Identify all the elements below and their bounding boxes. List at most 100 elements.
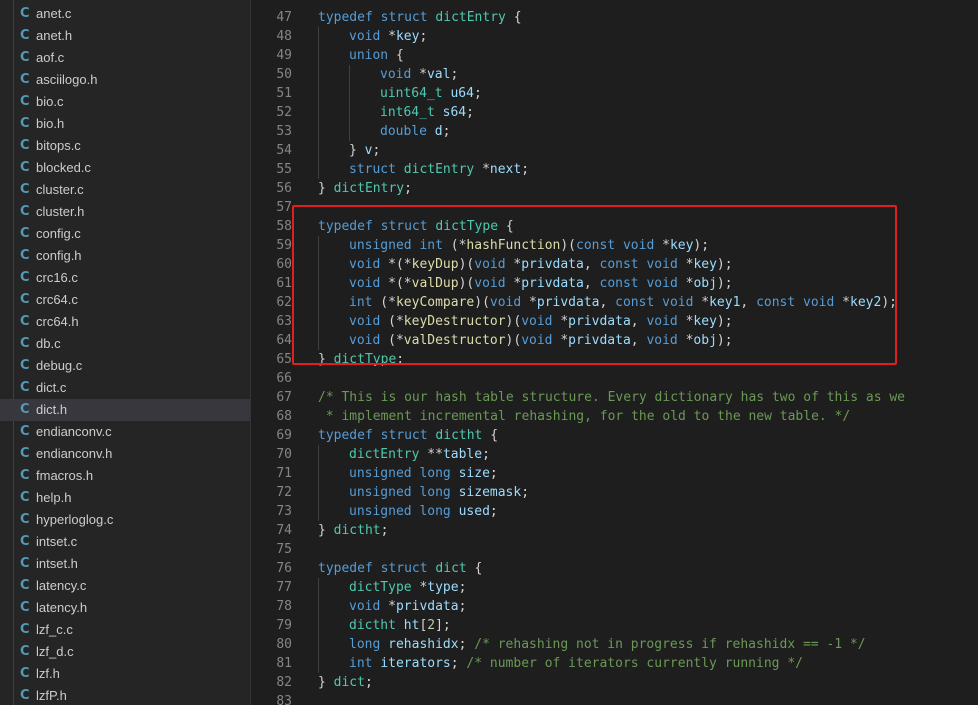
file-item[interactable]: Ccluster.c	[0, 179, 250, 201]
code-line: 67 /* This is our hash table structure. E…	[251, 388, 978, 407]
code-token: struct	[380, 219, 428, 234]
file-item[interactable]: Cblocked.c	[0, 157, 250, 179]
code-text: dictType *type;	[349, 578, 466, 597]
code-text: dictht ht[2];	[349, 616, 451, 635]
file-item[interactable]: Cendianconv.c	[0, 421, 250, 443]
file-item[interactable]: Chyperloglog.c	[0, 509, 250, 531]
file-item[interactable]: Cdb.c	[0, 333, 250, 355]
code-token: *(*	[380, 257, 412, 272]
code-line: 74} dictht;	[251, 521, 978, 540]
code-line: 55 struct dictEntry *next;	[251, 160, 978, 179]
code-token: ;	[458, 599, 467, 614]
line-number: 70	[276, 447, 292, 462]
indent-guide	[318, 274, 319, 293]
file-item[interactable]: Chelp.h	[0, 487, 250, 509]
indent-guide	[318, 312, 319, 331]
code-token: dictType	[435, 219, 499, 234]
c-file-icon: C	[20, 116, 30, 131]
file-item[interactable]: Cconfig.c	[0, 223, 250, 245]
code-token: ;	[458, 637, 475, 652]
code-token: ;	[489, 466, 498, 481]
c-file-icon: C	[20, 72, 30, 87]
file-name: anet.h	[36, 28, 73, 43]
file-item[interactable]: Cconfig.h	[0, 245, 250, 267]
file-item[interactable]: Cbitops.c	[0, 135, 250, 157]
file-item[interactable]: Cbio.h	[0, 113, 250, 135]
file-item[interactable]: Clatency.c	[0, 575, 250, 597]
code-token: void	[803, 295, 835, 310]
code-token: *	[474, 162, 490, 177]
file-item[interactable]: Ccluster.h	[0, 201, 250, 223]
code-line: 63 void (*keyDestructor)(void *privdata, …	[251, 312, 978, 331]
code-line: 48 void *key;	[251, 27, 978, 46]
file-item[interactable]: Cdebug.c	[0, 355, 250, 377]
code-token: typedef	[318, 10, 373, 25]
file-item[interactable]: Cbio.c	[0, 91, 250, 113]
code-token: typedef	[318, 219, 373, 234]
code-token: void	[349, 599, 381, 614]
code-line: 65} dictType;	[251, 350, 978, 369]
file-item[interactable]: Cfmacros.h	[0, 465, 250, 487]
code-token: key	[693, 257, 717, 272]
file-item[interactable]: Caof.c	[0, 47, 250, 69]
code-line: 76 typedef struct dict {	[251, 559, 978, 578]
file-item[interactable]: Clzf.h	[0, 663, 250, 685]
code-token: }	[318, 181, 334, 196]
code-token: );	[881, 295, 897, 310]
file-name: hyperloglog.c	[36, 512, 114, 527]
file-item[interactable]: Cintset.c	[0, 531, 250, 553]
code-token: key	[395, 29, 420, 44]
code-token: void	[349, 276, 381, 291]
code-editor[interactable]: 47 typedef struct dictEntry {48 void *key;…	[251, 0, 978, 705]
code-token: key2	[850, 295, 882, 310]
code-text: void (*valDestructor)(void *privdata, vo…	[349, 331, 733, 350]
code-token: long	[419, 504, 451, 519]
code-text: unsigned int (*hashFunction)(const void …	[349, 236, 709, 255]
code-text: typedef struct dict {	[318, 559, 482, 578]
line-number: 61	[276, 276, 292, 291]
c-file-icon: C	[20, 50, 30, 65]
code-token: rehashidx	[388, 637, 459, 652]
file-name: config.h	[36, 248, 82, 263]
file-name: config.c	[36, 226, 81, 241]
file-item[interactable]: ClzfP.h	[0, 685, 250, 705]
file-item[interactable]: Clzf_d.c	[0, 641, 250, 663]
file-item[interactable]: Casciilogo.h	[0, 69, 250, 91]
code-token: ht	[403, 618, 420, 633]
code-line: 54} v;	[251, 141, 978, 160]
file-name: bio.h	[36, 116, 65, 131]
line-number: 58	[276, 219, 292, 234]
file-item[interactable]: Canet.h	[0, 25, 250, 47]
c-file-icon: C	[20, 534, 30, 549]
code-token: ,	[630, 314, 647, 329]
file-item[interactable]: Ccrc64.c	[0, 289, 250, 311]
file-name: blocked.c	[36, 160, 91, 175]
line-number: 72	[276, 485, 292, 500]
code-token: /* number of iterators currently running…	[466, 656, 803, 671]
c-file-icon: C	[20, 380, 30, 395]
file-item[interactable]: Ccrc16.c	[0, 267, 250, 289]
file-item[interactable]: Ccrc64.h	[0, 311, 250, 333]
file-item[interactable]: Cdict.c	[0, 377, 250, 399]
file-item[interactable]: Cdict.h	[0, 399, 250, 421]
code-token: *	[552, 333, 569, 348]
code-token: val	[426, 67, 451, 82]
file-item[interactable]: Cendianconv.h	[0, 443, 250, 465]
code-line: 70 dictEntry **table;	[251, 445, 978, 464]
code-token: double	[380, 124, 427, 139]
indent-guide	[318, 46, 319, 65]
code-line: 52 int64_t s64;	[251, 103, 978, 122]
code-token: void	[521, 314, 553, 329]
code-token: key	[693, 314, 717, 329]
code-line: 71 unsigned long size;	[251, 464, 978, 483]
code-token: );	[716, 333, 733, 348]
code-token: }	[318, 523, 334, 538]
code-token: /* rehashing not in progress if rehashid…	[474, 637, 866, 652]
file-item[interactable]: Clzf_c.c	[0, 619, 250, 641]
file-item[interactable]: Cintset.h	[0, 553, 250, 575]
file-item[interactable]: Canet.c	[0, 3, 250, 25]
code-token: type	[427, 580, 459, 595]
file-item[interactable]: Clatency.h	[0, 597, 250, 619]
